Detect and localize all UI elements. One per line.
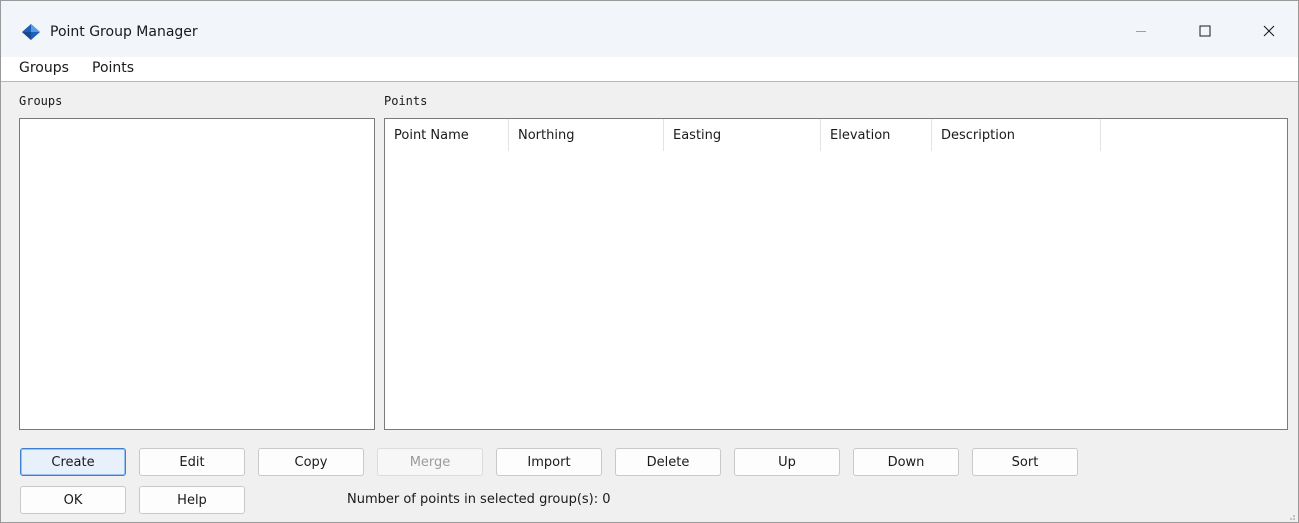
menu-groups[interactable]: Groups <box>19 60 69 76</box>
maximize-button[interactable] <box>1182 15 1228 51</box>
points-count-label: Number of points in selected group(s): <box>347 492 599 507</box>
down-button[interactable]: Down <box>853 448 959 476</box>
column-header-point-name[interactable]: Point Name <box>385 119 509 151</box>
point-group-manager-window: Point Group Manager Groups Points Groups <box>0 0 1299 523</box>
points-table[interactable]: Point Name Northing Easting Elevation De… <box>384 118 1288 430</box>
minimize-button[interactable] <box>1118 15 1164 51</box>
menu-points[interactable]: Points <box>92 60 134 76</box>
minimize-icon <box>1135 25 1147 41</box>
menu-bar: Groups Points <box>1 57 1298 82</box>
delete-button[interactable]: Delete <box>615 448 721 476</box>
title-bar[interactable]: Point Group Manager <box>1 1 1298 57</box>
up-button[interactable]: Up <box>734 448 840 476</box>
app-logo-icon <box>21 23 41 41</box>
window-title: Point Group Manager <box>50 24 198 40</box>
create-button[interactable]: Create <box>20 448 126 476</box>
column-header-northing[interactable]: Northing <box>509 119 664 151</box>
close-icon <box>1263 25 1275 41</box>
points-count-status: Number of points in selected group(s): 0 <box>347 492 611 507</box>
import-button[interactable]: Import <box>496 448 602 476</box>
copy-button[interactable]: Copy <box>258 448 364 476</box>
resize-grip-icon[interactable] <box>1286 510 1296 520</box>
column-header-description[interactable]: Description <box>932 119 1101 151</box>
points-label: Points <box>384 94 428 108</box>
column-header-elevation[interactable]: Elevation <box>821 119 932 151</box>
help-button[interactable]: Help <box>139 486 245 514</box>
edit-button[interactable]: Edit <box>139 448 245 476</box>
sort-button[interactable]: Sort <box>972 448 1078 476</box>
close-button[interactable] <box>1246 15 1292 51</box>
groups-label: Groups <box>19 94 63 108</box>
points-count-value: 0 <box>602 492 611 507</box>
maximize-icon <box>1199 25 1211 41</box>
column-header-easting[interactable]: Easting <box>664 119 821 151</box>
ok-button[interactable]: OK <box>20 486 126 514</box>
merge-button: Merge <box>377 448 483 476</box>
main-content: Groups Points Point Name Northing Eastin… <box>1 82 1298 522</box>
groups-list[interactable] <box>19 118 375 430</box>
